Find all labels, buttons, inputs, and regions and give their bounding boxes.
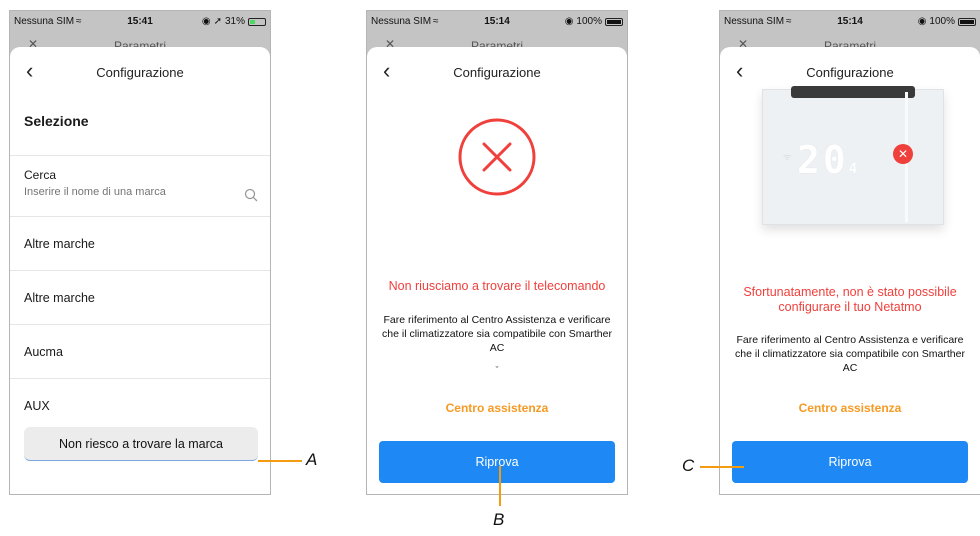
background-header: ✕ Parametri — [10, 35, 270, 47]
nav-bar: ‹ Configurazione — [10, 60, 270, 85]
support-center-link[interactable]: Centro assistenza — [367, 401, 627, 415]
nav-bar: ‹ Configurazione — [720, 60, 980, 85]
callout-label-a: A — [306, 450, 318, 469]
nav-bar: ‹ Configurazione — [367, 60, 627, 85]
battery-percent: 31% — [224, 16, 245, 27]
thermostat-image: ᯤ 204 ✕ — [762, 86, 944, 225]
nav-title: Configurazione — [96, 65, 184, 80]
alarm-icon: ◉ — [201, 16, 211, 27]
alarm-icon: ◉ — [564, 16, 574, 27]
phone-screen-remote-not-found: Nessuna SIM ≈ 15:14 ◉ 100% ✕ Parametri ‹ … — [366, 10, 628, 495]
callout-line-a — [258, 460, 302, 462]
phone-screen-netatmo-failed: Nessuna SIM ≈ 15:14 ◉ 100% ✕ Parametri ‹ … — [719, 10, 980, 495]
status-bar: Nessuna SIM ≈ 15:14 ◉ 100% — [367, 11, 627, 33]
callout-line-b — [499, 466, 501, 506]
modal-sheet: ‹ Configurazione ᯤ 204 ✕ Sfortunatamente… — [720, 47, 980, 494]
callout-line-c — [700, 466, 744, 468]
status-right: ◉ ➚ 31% — [202, 16, 266, 27]
battery-percent: 100% — [929, 16, 955, 27]
status-right: ◉ 100% — [918, 16, 976, 27]
brand-not-found-button[interactable]: Non riesco a trovare la marca — [24, 427, 258, 461]
background-title: Parametri — [113, 39, 166, 47]
search-input[interactable] — [24, 186, 234, 198]
brand-list-item[interactable]: Aucma — [10, 325, 270, 379]
error-description: Fare riferimento al Centro Assistenza e … — [382, 314, 612, 354]
modal-sheet: ‹ Configurazione Selezione Cerca Altre m… — [10, 47, 270, 494]
battery-icon — [605, 17, 623, 26]
background-header: ✕ Parametri — [720, 35, 980, 47]
search-icon[interactable] — [244, 188, 258, 202]
status-bar: Nessuna SIM ≈ 15:14 ◉ 100% — [720, 11, 980, 33]
callout-label-c: C — [682, 456, 695, 475]
battery-icon — [248, 17, 266, 26]
search-block: Cerca — [10, 155, 270, 217]
error-x-circle-icon — [458, 118, 536, 196]
modal-sheet: ‹ Configurazione Non riusciamo a trovare… — [367, 47, 627, 494]
error-title: Non riusciamo a trovare il telecomando — [388, 279, 606, 293]
brand-list-item[interactable]: AUX — [10, 379, 270, 433]
background-header: ✕ Parametri — [367, 35, 627, 47]
phone-screen-brand-selection: Nessuna SIM ≈ 15:41 ◉ ➚ 31% ✕ Parametri ‹… — [9, 10, 271, 495]
error-title: Sfortunatamente, non è stato possibile c… — [743, 285, 957, 314]
background-title: Parametri — [470, 39, 523, 47]
retry-button[interactable]: Riprova — [732, 441, 968, 483]
brand-list-item[interactable]: Altre marche — [10, 217, 270, 271]
thermostat-display: 204 — [797, 138, 861, 182]
scroll-indicator: ˇ — [495, 365, 499, 375]
retry-button[interactable]: Riprova — [379, 441, 615, 483]
status-right: ◉ 100% — [565, 16, 623, 27]
thermostat-wifi-indicator: ᯤ — [783, 152, 792, 162]
error-badge-icon: ✕ — [893, 144, 913, 164]
nav-title: Configurazione — [806, 65, 894, 80]
thermostat-top-bar — [791, 86, 915, 98]
brand-list-item[interactable]: Altre marche — [10, 271, 270, 325]
support-center-link[interactable]: Centro assistenza — [720, 401, 980, 415]
background-title: Parametri — [823, 39, 876, 47]
search-label: Cerca — [24, 168, 57, 182]
callout-label-b: B — [493, 510, 505, 529]
status-bar: Nessuna SIM ≈ 15:41 ◉ ➚ 31% — [10, 11, 270, 33]
battery-percent: 100% — [576, 16, 602, 27]
location-icon: ➚ — [213, 16, 222, 27]
alarm-icon: ◉ — [917, 16, 927, 27]
section-title: Selezione — [24, 113, 89, 129]
nav-title: Configurazione — [453, 65, 541, 80]
battery-icon — [958, 17, 976, 26]
thermostat-small-digit: 4 — [848, 161, 861, 177]
error-description: Fare riferimento al Centro Assistenza e … — [735, 334, 965, 374]
